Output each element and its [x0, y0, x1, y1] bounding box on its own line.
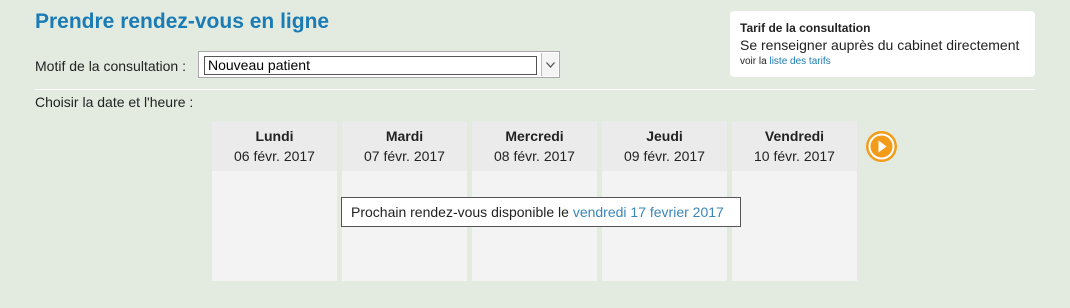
- day-name: Mardi: [385, 128, 424, 144]
- chevron-down-icon[interactable]: [541, 53, 558, 76]
- day-name: Jeudi: [646, 128, 683, 144]
- chevron-right-icon: [868, 133, 895, 160]
- day-header: Lundi 06 févr. 2017: [212, 121, 337, 171]
- day-header: Mardi 07 févr. 2017: [342, 121, 467, 171]
- motif-select[interactable]: Nouveau patient: [198, 51, 560, 78]
- day-header: Vendredi 10 févr. 2017: [732, 121, 857, 171]
- motif-label: Motif de la consultation :: [35, 58, 186, 74]
- tarif-link-line: voir la liste des tarifs: [740, 56, 1025, 67]
- day-date: 07 févr. 2017: [364, 148, 445, 164]
- day-date: 06 févr. 2017: [234, 148, 315, 164]
- tarif-box: Tarif de la consultation Se renseigner a…: [730, 11, 1035, 77]
- day-name: Lundi: [255, 128, 294, 144]
- date-time-label: Choisir la date et l'heure :: [35, 94, 194, 110]
- separator: [35, 89, 1035, 90]
- day-name: Mercredi: [505, 128, 564, 144]
- motif-select-value[interactable]: Nouveau patient: [204, 56, 537, 75]
- next-available-text: Prochain rendez-vous disponible le: [351, 204, 569, 220]
- day-date: 10 févr. 2017: [754, 148, 835, 164]
- day-date: 09 févr. 2017: [624, 148, 705, 164]
- day-column-lundi: Lundi 06 févr. 2017: [212, 121, 337, 281]
- next-available-link[interactable]: vendredi 17 fevrier 2017: [573, 204, 724, 220]
- tarif-title: Tarif de la consultation: [740, 21, 871, 35]
- next-available-box: Prochain rendez-vous disponible le vendr…: [341, 197, 741, 227]
- day-header: Mercredi 08 févr. 2017: [472, 121, 597, 171]
- next-week-button[interactable]: [866, 131, 897, 162]
- tarif-list-link[interactable]: liste des tarifs: [769, 56, 830, 67]
- day-header: Jeudi 09 févr. 2017: [602, 121, 727, 171]
- day-name: Vendredi: [764, 128, 825, 144]
- day-date: 08 févr. 2017: [494, 148, 575, 164]
- day-column-vendredi: Vendredi 10 févr. 2017: [732, 121, 857, 281]
- page-title: Prendre rendez-vous en ligne: [35, 10, 330, 33]
- tarif-link-prefix: voir la: [740, 56, 767, 67]
- tarif-text: Se renseigner auprès du cabinet directem…: [740, 37, 1020, 53]
